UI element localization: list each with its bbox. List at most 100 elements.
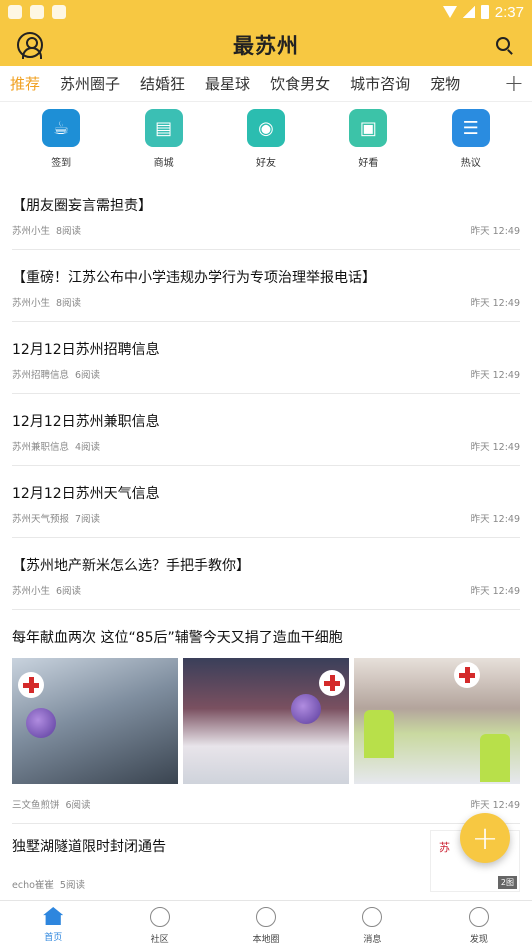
tab-wedding[interactable]: 结婚狂 bbox=[130, 73, 195, 94]
feed-title: 12月12日苏州招聘信息 bbox=[12, 342, 160, 358]
timestamp: 昨天 12:49 bbox=[470, 370, 520, 381]
volunteer-vest bbox=[364, 710, 394, 758]
photo-donation-machine[interactable] bbox=[12, 658, 178, 784]
compose-fab-button[interactable]: + bbox=[460, 813, 510, 863]
community-icon bbox=[149, 907, 170, 927]
flower-bouquet bbox=[26, 708, 56, 738]
timestamp: 昨天 12:49 bbox=[470, 298, 520, 309]
clock: 2:37 bbox=[494, 3, 524, 21]
app-notification-icon bbox=[8, 5, 22, 19]
feed-item-thumb[interactable]: 独墅湖隧道限时封闭通告 苏 州 局 2图 echo崔崔5阅读 bbox=[12, 824, 520, 904]
battery-icon bbox=[480, 5, 489, 19]
quick-label: 签到 bbox=[51, 158, 72, 169]
discover-icon bbox=[468, 907, 489, 927]
friend-icon: ◉ bbox=[246, 109, 285, 147]
feed-title: 独墅湖隧道限时封闭通告 bbox=[12, 839, 166, 855]
tv-icon: ▣ bbox=[349, 109, 388, 147]
read-count: 7阅读 bbox=[75, 514, 101, 525]
photo-volunteers[interactable] bbox=[354, 658, 520, 784]
volunteer-vest bbox=[480, 734, 510, 782]
feed-meta: 三文鱼煎饼 6阅读 bbox=[12, 797, 91, 811]
feed-title: 每年献血两次 这位“85后”辅警今天又捐了造血干细胞 bbox=[12, 630, 343, 646]
wifi-icon bbox=[442, 6, 457, 18]
author: 苏州天气预报 bbox=[12, 514, 70, 525]
quick-actions: ☕ 签到 ▤ 商城 ◉ 好友 ▣ 好看 ☰ 热议 bbox=[0, 104, 532, 170]
tab-planet[interactable]: 最星球 bbox=[195, 73, 260, 94]
system-status: 2:37 bbox=[442, 3, 524, 21]
timestamp: 昨天 12:49 bbox=[470, 442, 520, 453]
nav-label: 发现 bbox=[469, 935, 488, 945]
feed-list: 【朋友圈妄言需担责】 苏州小生 8阅读 昨天 12:49 【重磅！江苏公布中小学违… bbox=[0, 178, 532, 904]
feed-item-photos[interactable]: 每年献血两次 这位“85后”辅警今天又捐了造血干细胞 三文鱼煎饼 6阅读 昨天 1… bbox=[12, 610, 520, 824]
nav-messages[interactable]: 消息 bbox=[319, 901, 425, 946]
timestamp: 昨天 12:49 bbox=[470, 226, 520, 237]
a-notification-icon bbox=[52, 5, 66, 19]
nav-home[interactable]: 首页 bbox=[0, 901, 106, 946]
quick-friends[interactable]: ◉ 好友 bbox=[226, 104, 306, 170]
feed-item[interactable]: 12月12日苏州兼职信息 苏州兼职信息 4阅读 昨天 12:49 bbox=[12, 394, 520, 466]
nav-label: 本地圈 bbox=[252, 935, 280, 945]
status-bar: 2:37 bbox=[0, 0, 532, 24]
app-logo: 最苏州 bbox=[233, 33, 299, 58]
red-cross-icon bbox=[319, 670, 345, 696]
author: 苏州小生 bbox=[12, 226, 51, 237]
read-count: 4阅读 bbox=[75, 442, 101, 453]
read-count: 6阅读 bbox=[56, 586, 82, 597]
nav-community[interactable]: 社区 bbox=[106, 901, 212, 946]
feed-meta: 苏州兼职信息 4阅读 bbox=[12, 439, 100, 453]
tab-city-info[interactable]: 城市咨询 bbox=[340, 73, 420, 94]
quick-label: 商城 bbox=[153, 158, 174, 169]
feed-title: 【朋友圈妄言需担责】 bbox=[12, 198, 152, 214]
photo-patient-bed[interactable] bbox=[183, 658, 349, 784]
local-circle-icon bbox=[256, 907, 277, 927]
home-icon bbox=[43, 907, 64, 925]
feed-item[interactable]: 12月12日苏州招聘信息 苏州招聘信息 6阅读 昨天 12:49 bbox=[12, 322, 520, 394]
add-tab-icon[interactable]: + bbox=[504, 70, 524, 96]
tab-pets[interactable]: 宠物 bbox=[420, 73, 470, 94]
nav-label: 社区 bbox=[150, 935, 169, 945]
nav-local[interactable]: 本地圈 bbox=[213, 901, 319, 946]
bottom-navigation: 首页 社区 本地圈 消息 发现 bbox=[0, 900, 532, 946]
store-icon: ▤ bbox=[144, 109, 183, 147]
flower-bouquet bbox=[291, 694, 321, 724]
feed-item[interactable]: 【苏州地产新米怎么选？手把手教你】 苏州小生 6阅读 昨天 12:49 bbox=[12, 538, 520, 610]
quick-watch[interactable]: ▣ 好看 bbox=[328, 104, 408, 170]
author: 苏州小生 bbox=[12, 586, 51, 597]
feed-meta: 苏州小生 8阅读 bbox=[12, 295, 81, 309]
tab-food[interactable]: 饮食男女 bbox=[260, 73, 340, 94]
red-cross-icon bbox=[454, 662, 480, 688]
message-icon bbox=[362, 907, 383, 927]
feed-meta: 苏州小生 6阅读 bbox=[12, 583, 81, 597]
quick-store[interactable]: ▤ 商城 bbox=[124, 104, 204, 170]
feed-title: 【苏州地产新米怎么选？手把手教你】 bbox=[12, 558, 250, 574]
category-tabs: 推荐 苏州圈子 结婚狂 最星球 饮食男女 城市咨询 宠物 + bbox=[0, 66, 532, 102]
quick-hot[interactable]: ☰ 热议 bbox=[431, 104, 511, 170]
nav-label: 消息 bbox=[363, 935, 382, 945]
author: 苏州招聘信息 bbox=[12, 370, 70, 381]
read-count: 5阅读 bbox=[59, 880, 85, 891]
nav-discover[interactable]: 发现 bbox=[426, 901, 532, 946]
author: echo崔崔 bbox=[12, 880, 54, 891]
quick-label: 热议 bbox=[460, 158, 481, 169]
clipboard-icon: ☰ bbox=[451, 109, 490, 147]
author: 苏州兼职信息 bbox=[12, 442, 70, 453]
notification-icons bbox=[8, 5, 66, 19]
feed-item[interactable]: 【重磅！江苏公布中小学违规办学行为专项治理举报电话】 苏州小生 8阅读 昨天 12… bbox=[12, 250, 520, 322]
nav-label: 首页 bbox=[44, 933, 63, 943]
feed-title: 12月12日苏州兼职信息 bbox=[12, 414, 160, 430]
timestamp: 昨天 12:49 bbox=[470, 514, 520, 525]
search-icon[interactable] bbox=[496, 37, 510, 51]
tab-suzhou-circle[interactable]: 苏州圈子 bbox=[50, 73, 130, 94]
red-cross-icon bbox=[18, 672, 44, 698]
read-count: 8阅读 bbox=[56, 298, 82, 309]
feed-title: 【重磅！江苏公布中小学违规办学行为专项治理举报电话】 bbox=[12, 270, 376, 286]
timestamp: 昨天 12:49 bbox=[470, 586, 520, 597]
feed-meta: echo崔崔 5阅读 bbox=[12, 877, 85, 891]
image-count-badge: 2图 bbox=[497, 876, 517, 889]
read-count: 6阅读 bbox=[75, 370, 101, 381]
timestamp: 昨天 12:49 bbox=[470, 800, 520, 811]
feed-item[interactable]: 12月12日苏州天气信息 苏州天气预报 7阅读 昨天 12:49 bbox=[12, 466, 520, 538]
tab-recommend[interactable]: 推荐 bbox=[0, 73, 50, 94]
feed-item[interactable]: 【朋友圈妄言需担责】 苏州小生 8阅读 昨天 12:49 bbox=[12, 178, 520, 250]
quick-checkin[interactable]: ☕ 签到 bbox=[21, 104, 101, 170]
